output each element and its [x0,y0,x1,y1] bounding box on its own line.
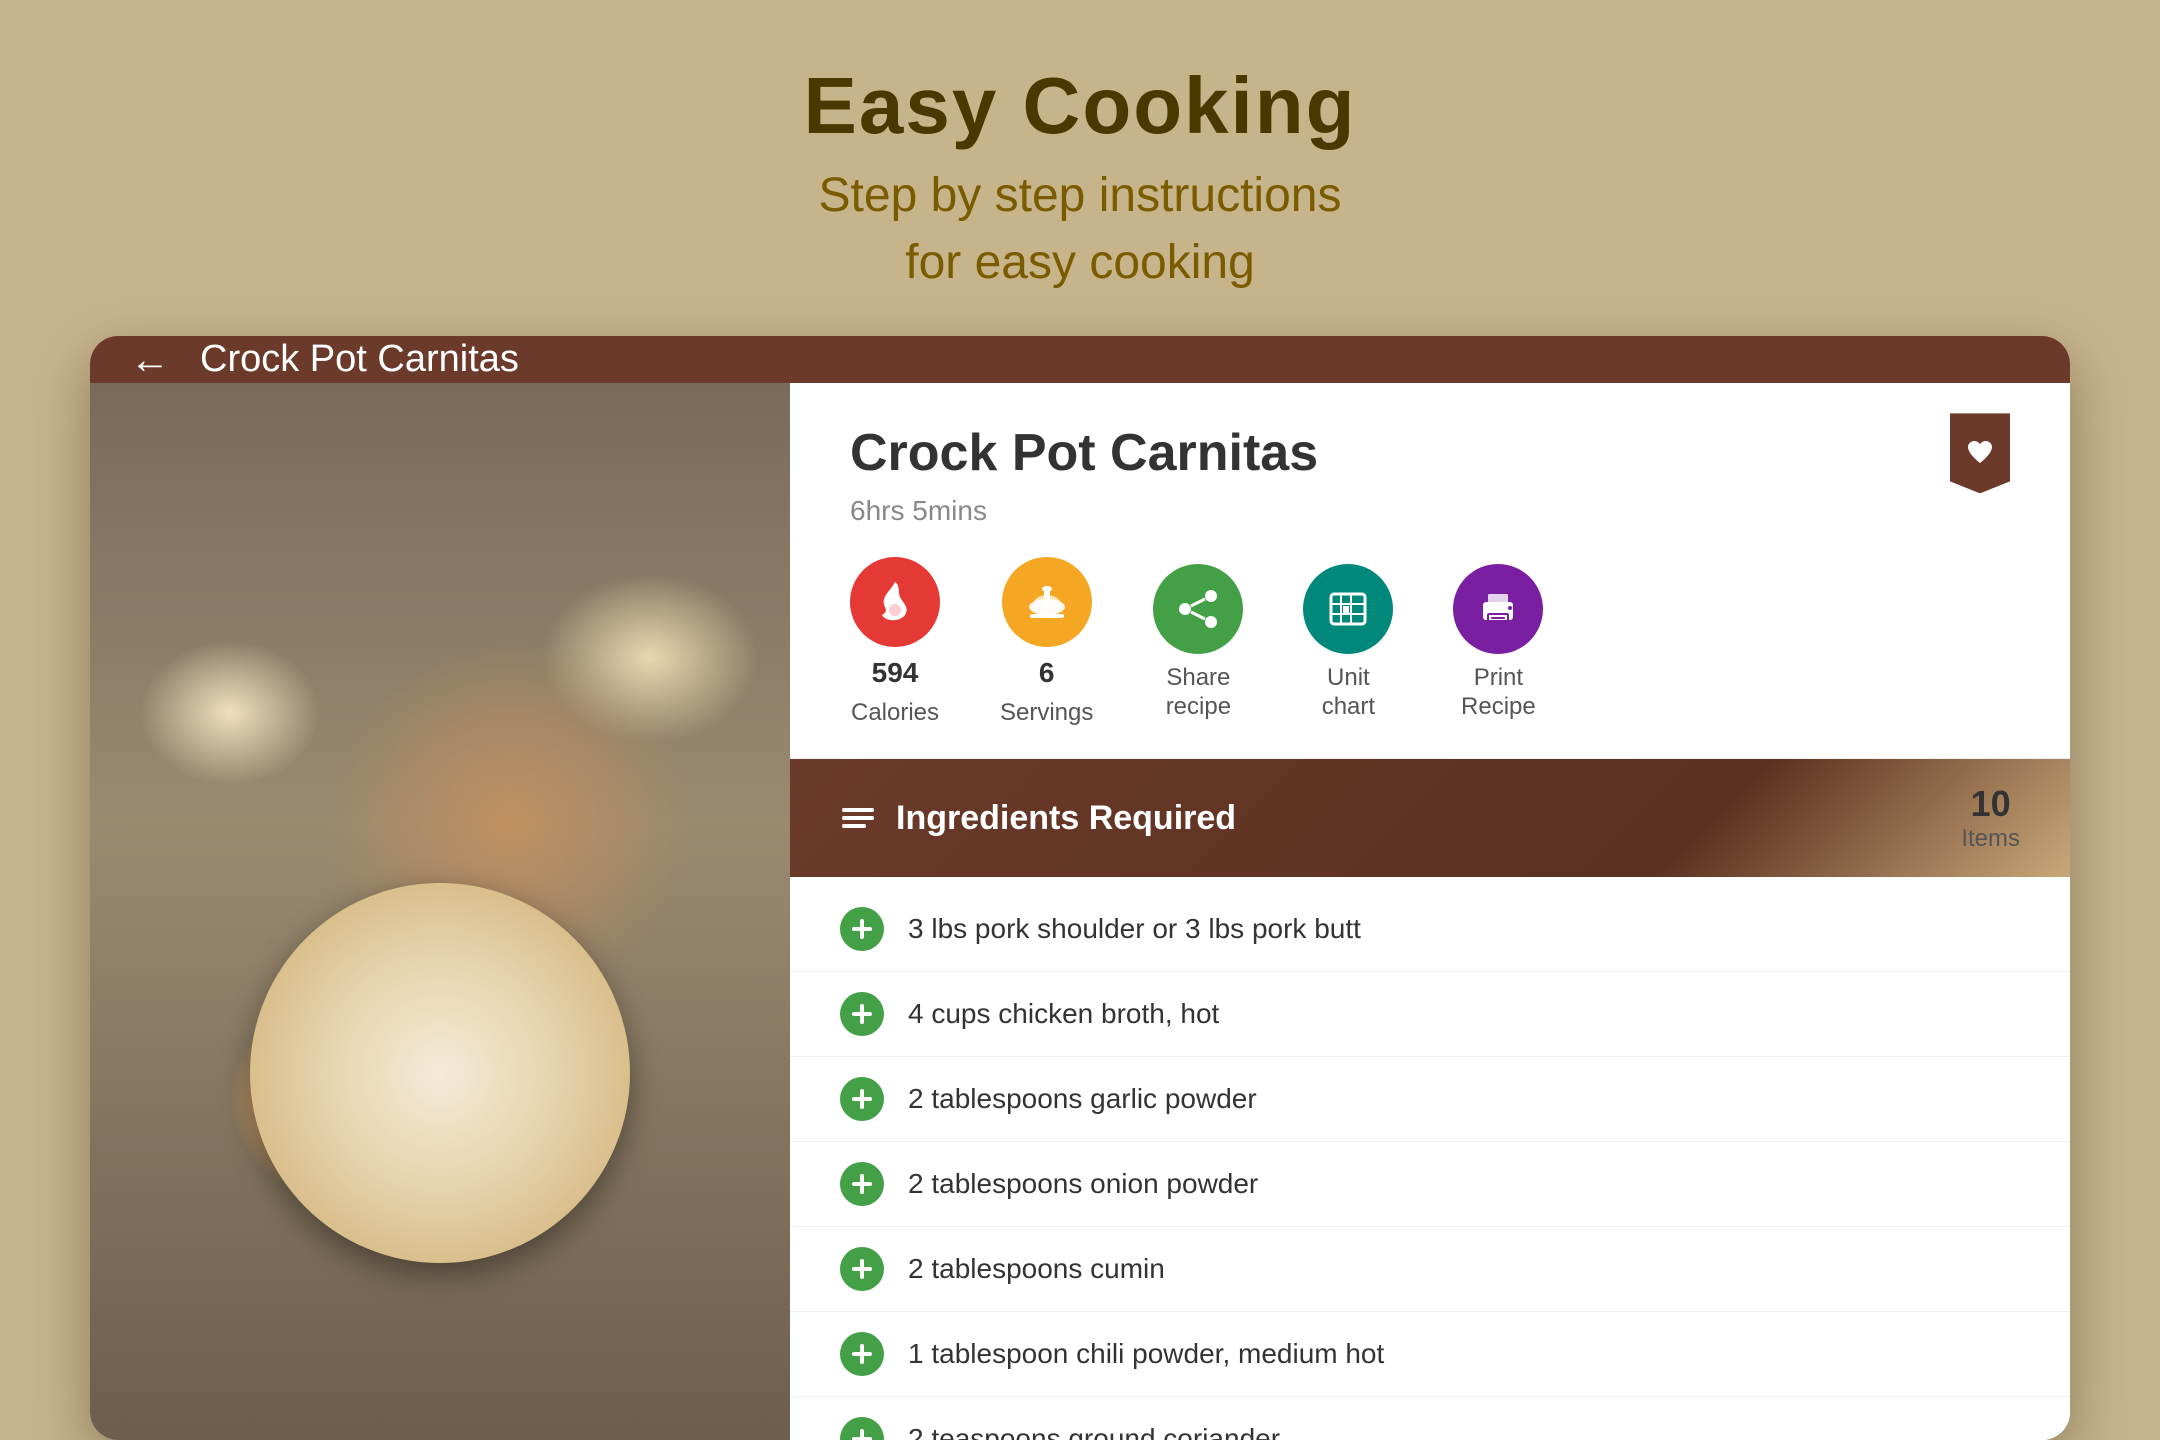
calories-action[interactable]: 594 Calories [850,557,940,728]
share-icon [1173,584,1223,634]
servings-label: Servings [1000,699,1093,728]
dish-icon [1022,577,1072,627]
screen-title: Crock Pot Carnitas [200,338,519,381]
app-subtitle: Step by step instructions for easy cooki… [803,162,1356,296]
unit-icon-circle [1303,564,1393,654]
list-item: 3 lbs pork shoulder or 3 lbs pork butt [790,887,2070,972]
bookmark-button[interactable] [1950,413,2010,493]
print-icon-circle [1453,564,1543,654]
ingredient-text: 1 tablespoon chili powder, medium hot [908,1338,1384,1370]
add-ingredient-button[interactable] [840,992,884,1036]
calories-label: Calories [851,699,939,728]
list-icon [840,800,876,836]
servings-value: 6 [1039,657,1055,689]
plus-icon [848,1425,876,1440]
list-item: 2 tablespoons onion powder [790,1142,2070,1227]
recipe-time: 6hrs 5mins [850,495,1950,527]
ingredient-text: 2 tablespoons garlic powder [908,1083,1257,1115]
plus-icon [848,1340,876,1368]
add-ingredient-button[interactable] [840,907,884,951]
recipe-actions: 594 Calories [850,557,1950,728]
ingredient-text: 2 tablespoons onion powder [908,1168,1258,1200]
food-image [90,383,790,1440]
app-content: Crock Pot Carnitas 6hrs 5mins [90,383,2070,1440]
list-item: 2 tablespoons garlic powder [790,1057,2070,1142]
plus-icon [848,1085,876,1113]
add-ingredient-button[interactable] [840,1247,884,1291]
add-ingredient-button[interactable] [840,1332,884,1376]
ingredients-count: 10 Items [1961,783,2020,853]
add-ingredient-button[interactable] [840,1162,884,1206]
back-button[interactable]: ← [130,336,170,383]
app-title: Easy Cooking [803,60,1356,152]
calories-icon-circle [850,557,940,647]
print-icon [1473,584,1523,634]
share-label: Sharerecipe [1166,664,1231,722]
servings-action[interactable]: 6 Servings [1000,557,1093,728]
recipe-top: Crock Pot Carnitas 6hrs 5mins [790,383,2070,759]
plus-icon [848,1255,876,1283]
heart-icon [1965,438,1995,468]
share-icon-circle [1153,564,1243,654]
list-item: 4 cups chicken broth, hot [790,972,2070,1057]
unit-label: Unitchart [1322,664,1375,722]
add-ingredient-button[interactable] [840,1077,884,1121]
list-item: 1 tablespoon chili powder, medium hot [790,1312,2070,1397]
ingredient-text: 2 teaspoons ground coriander [908,1423,1280,1440]
recipe-panel: Crock Pot Carnitas 6hrs 5mins [790,383,2070,1440]
chart-icon [1323,584,1373,634]
calories-value: 594 [872,657,919,689]
plus-icon [848,1000,876,1028]
fire-icon [870,577,920,627]
items-count: 10 [1961,783,2020,825]
unit-action[interactable]: Unitchart [1303,564,1393,722]
add-ingredient-button[interactable] [840,1417,884,1440]
ingredient-text: 3 lbs pork shoulder or 3 lbs pork butt [908,913,1361,945]
items-label: Items [1961,825,2020,853]
food-photo [90,383,790,1440]
app-window: ← Crock Pot Carnitas Crock Pot Carnitas … [90,336,2070,1440]
print-action[interactable]: PrintRecipe [1453,564,1543,722]
share-action[interactable]: Sharerecipe [1153,564,1243,722]
ingredient-text: 2 tablespoons cumin [908,1253,1165,1285]
ingredients-header: Ingredients Required 10 Items [790,759,2070,877]
print-label: PrintRecipe [1461,664,1536,722]
plus-icon [848,915,876,943]
ingredients-list: 3 lbs pork shoulder or 3 lbs pork butt 4… [790,877,2070,1440]
plus-icon [848,1170,876,1198]
page-header: Easy Cooking Step by step instructions f… [803,0,1356,336]
ingredients-title: Ingredients Required [896,799,1236,838]
servings-icon-circle [1002,557,1092,647]
list-item: 2 teaspoons ground coriander [790,1397,2070,1440]
ingredient-text: 4 cups chicken broth, hot [908,998,1219,1030]
list-item: 2 tablespoons cumin [790,1227,2070,1312]
recipe-name: Crock Pot Carnitas [850,423,1950,483]
app-header: ← Crock Pot Carnitas [90,336,2070,383]
